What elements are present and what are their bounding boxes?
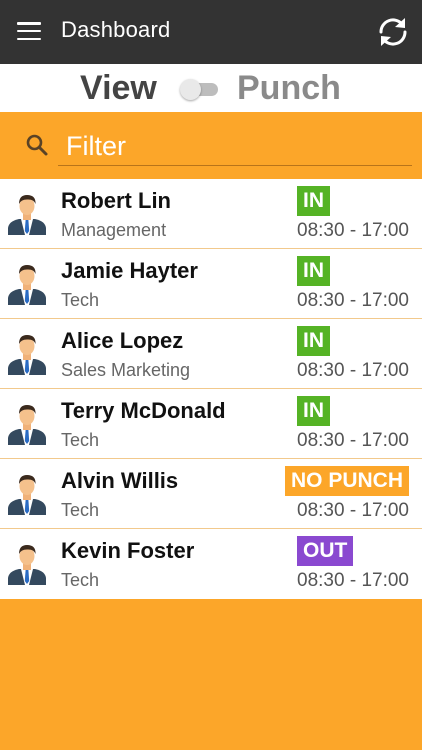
app-bar: Dashboard — [0, 0, 422, 64]
hamburger-menu-icon[interactable] — [17, 22, 41, 40]
employee-row[interactable]: Jamie Hayter Tech IN 08:30 - 17:00 — [0, 249, 422, 319]
avatar-icon — [8, 405, 46, 445]
employee-row[interactable]: Robert Lin Management IN 08:30 - 17:00 — [0, 179, 422, 249]
view-mode-label[interactable]: View — [80, 69, 157, 108]
employee-department: Tech — [61, 430, 100, 450]
employee-department: Management — [61, 220, 167, 240]
status-badge: IN — [297, 256, 330, 286]
shift-time: 08:30 - 17:00 — [297, 220, 409, 241]
switch-thumb — [180, 79, 201, 100]
employee-row[interactable]: Terry McDonald Tech IN 08:30 - 17:00 — [0, 389, 422, 459]
status-badge: IN — [297, 186, 330, 216]
employee-row[interactable]: Alice Lopez Sales Marketing IN 08:30 - 1… — [0, 319, 422, 389]
search-icon — [26, 134, 48, 156]
employee-name: Kevin Foster — [61, 538, 195, 563]
employee-name: Robert Lin — [61, 188, 171, 213]
status-badge: IN — [297, 326, 330, 356]
refresh-icon[interactable] — [374, 13, 412, 51]
filter-input[interactable] — [58, 128, 412, 166]
shift-time: 08:30 - 17:00 — [297, 430, 409, 451]
avatar-icon — [8, 475, 46, 515]
shift-time: 08:30 - 17:00 — [297, 360, 409, 381]
avatar-icon — [8, 545, 46, 585]
status-badge: NO PUNCH — [285, 466, 410, 496]
employee-name: Jamie Hayter — [61, 258, 198, 283]
shift-time: 08:30 - 17:00 — [297, 500, 409, 521]
avatar-icon — [8, 335, 46, 375]
avatar-icon — [8, 195, 46, 235]
employee-name: Terry McDonald — [61, 398, 226, 423]
status-badge: OUT — [297, 536, 354, 566]
employee-name: Alice Lopez — [61, 328, 184, 353]
shift-time: 08:30 - 17:00 — [297, 570, 409, 591]
employee-list: Robert Lin Management IN 08:30 - 17:00 J… — [0, 179, 422, 599]
mode-switch[interactable] — [180, 79, 218, 100]
page-title: Dashboard — [61, 17, 171, 42]
employee-department: Sales Marketing — [61, 360, 191, 380]
employee-department: Tech — [61, 500, 100, 520]
mode-toggle-row: View Punch — [0, 64, 422, 112]
employee-name: Alvin Willis — [61, 468, 179, 493]
avatar-icon — [8, 265, 46, 305]
status-badge: IN — [297, 396, 330, 426]
employee-department: Tech — [61, 570, 100, 590]
employee-row[interactable]: Alvin Willis Tech NO PUNCH 08:30 - 17:00 — [0, 459, 422, 529]
punch-mode-label[interactable]: Punch — [237, 69, 341, 108]
shift-time: 08:30 - 17:00 — [297, 290, 409, 311]
employee-department: Tech — [61, 290, 100, 310]
employee-row[interactable]: Kevin Foster Tech OUT 08:30 - 17:00 — [0, 529, 422, 599]
